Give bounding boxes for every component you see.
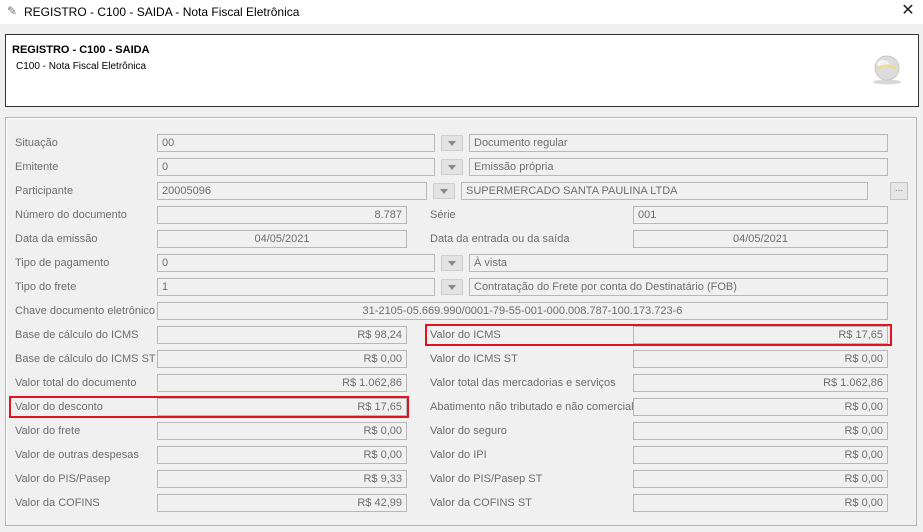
chevron-down-icon[interactable] (441, 255, 463, 271)
valor-pis-st-field[interactable]: R$ 0,00 (633, 470, 888, 488)
form-panel: Situação 00 Documento regular Emitente 0… (5, 117, 917, 526)
valor-cofins-st-field[interactable]: R$ 0,00 (633, 494, 888, 512)
valor-icms-st-field[interactable]: R$ 0,00 (633, 350, 888, 368)
valor-total-mercadorias-field[interactable]: R$ 1.062,86 (633, 374, 888, 392)
data-entrada-saida-label: Data da entrada ou da saída (430, 233, 570, 245)
emitente-label: Emitente (15, 161, 59, 173)
participante-search-button[interactable]: ... (890, 182, 908, 200)
header-title: REGISTRO - C100 - SAIDA (12, 44, 150, 56)
valor-icms-field[interactable]: R$ 17,65 (633, 326, 888, 344)
tipo-frete-desc-field: Contratação do Frete por conta do Destin… (469, 278, 888, 296)
serie-field[interactable]: 001 (633, 206, 888, 224)
valor-ipi-field[interactable]: R$ 0,00 (633, 446, 888, 464)
tipo-pagamento-label: Tipo de pagamento (15, 257, 110, 269)
numero-documento-label: Número do documento (15, 209, 127, 221)
valor-seguro-field[interactable]: R$ 0,00 (633, 422, 888, 440)
chevron-down-icon[interactable] (441, 279, 463, 295)
valor-outras-despesas-field[interactable]: R$ 0,00 (157, 446, 407, 464)
base-calculo-icms-label: Base de cálculo do ICMS (15, 329, 139, 341)
globe-logo-icon (873, 55, 901, 85)
valor-total-documento-label: Valor total do documento (15, 377, 137, 389)
emitente-desc-field: Emissão própria (469, 158, 888, 176)
valor-pis-field[interactable]: R$ 9,33 (157, 470, 407, 488)
chevron-down-icon[interactable] (441, 159, 463, 175)
participante-label: Participante (15, 185, 74, 197)
serie-label: Série (430, 209, 456, 221)
situacao-label: Situação (15, 137, 58, 149)
tipo-pagamento-code-field[interactable]: 0 (157, 254, 435, 272)
valor-cofins-field[interactable]: R$ 42,99 (157, 494, 407, 512)
participante-desc-field: SUPERMERCADO SANTA PAULINA LTDA (461, 182, 868, 200)
data-emissao-label: Data da emissão (15, 233, 98, 245)
base-calculo-icms-field[interactable]: R$ 98,24 (157, 326, 407, 344)
header-panel: REGISTRO - C100 - SAIDA C100 - Nota Fisc… (5, 34, 919, 107)
chevron-down-icon[interactable] (433, 183, 455, 199)
valor-total-mercadorias-label: Valor total das mercadorias e serviços (430, 377, 616, 389)
valor-cofins-label: Valor da COFINS (15, 497, 100, 509)
valor-frete-label: Valor do frete (15, 425, 81, 437)
participante-code-field[interactable]: 20005096 (157, 182, 427, 200)
form-icon: ✎ (6, 4, 18, 18)
valor-icms-label: Valor do ICMS (430, 329, 501, 341)
abatimento-field[interactable]: R$ 0,00 (633, 398, 888, 416)
title-bar: ✎ REGISTRO - C100 - SAIDA - Nota Fiscal … (0, 0, 923, 24)
valor-desconto-label: Valor do desconto (15, 401, 103, 413)
valor-total-documento-field[interactable]: R$ 1.062,86 (157, 374, 407, 392)
tipo-frete-label: Tipo do frete (15, 281, 77, 293)
chave-label: Chave documento eletrônico (15, 305, 156, 317)
situacao-code-field[interactable]: 00 (157, 134, 435, 152)
chave-field[interactable]: 31-2105-05.669.990/0001-79-55-001-000.00… (157, 302, 888, 320)
emitente-code-field[interactable]: 0 (157, 158, 435, 176)
close-icon[interactable]: ✕ (899, 1, 917, 21)
base-calculo-icms-st-field[interactable]: R$ 0,00 (157, 350, 407, 368)
valor-cofins-st-label: Valor da COFINS ST (430, 497, 532, 509)
abatimento-label: Abatimento não tributado e não comercial (430, 401, 634, 413)
valor-pis-label: Valor do PIS/Pasep (15, 473, 111, 485)
window-title: REGISTRO - C100 - SAIDA - Nota Fiscal El… (24, 5, 300, 19)
valor-pis-st-label: Valor do PIS/Pasep ST (430, 473, 543, 485)
data-entrada-saida-field[interactable]: 04/05/2021 (633, 230, 888, 248)
valor-desconto-field[interactable]: R$ 17,65 (157, 398, 407, 416)
tipo-frete-code-field[interactable]: 1 (157, 278, 435, 296)
valor-seguro-label: Valor do seguro (430, 425, 507, 437)
data-emissao-field[interactable]: 04/05/2021 (157, 230, 407, 248)
base-calculo-icms-st-label: Base de cálculo do ICMS ST (15, 353, 156, 365)
numero-documento-field[interactable]: 8.787 (157, 206, 407, 224)
valor-frete-field[interactable]: R$ 0,00 (157, 422, 407, 440)
tipo-pagamento-desc-field: À vista (469, 254, 888, 272)
valor-outras-despesas-label: Valor de outras despesas (15, 449, 139, 461)
chevron-down-icon[interactable] (441, 135, 463, 151)
valor-ipi-label: Valor do IPI (430, 449, 487, 461)
situacao-desc-field: Documento regular (469, 134, 888, 152)
valor-icms-st-label: Valor do ICMS ST (430, 353, 518, 365)
header-subtitle: C100 - Nota Fiscal Eletrônica (16, 61, 147, 72)
